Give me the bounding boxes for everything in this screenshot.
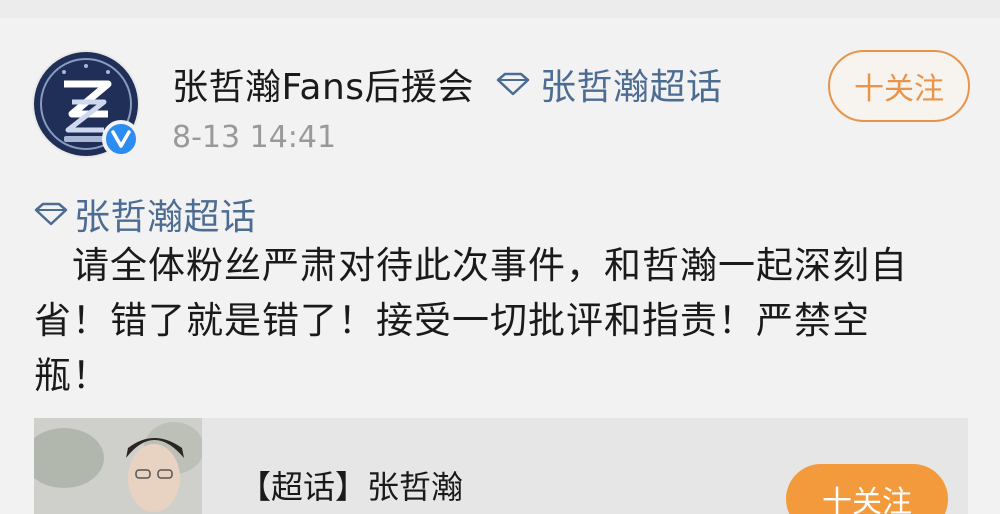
post-timestamp: 8-13 14:41 [172, 120, 337, 155]
post-body-line: 瓶！ [34, 354, 110, 397]
top-strip [0, 0, 1000, 18]
diamond-icon [496, 72, 530, 96]
content-topic-label: 张哲瀚超话 [74, 197, 257, 238]
diamond-icon [34, 202, 68, 226]
post-body-line: 请全体粉丝严肃对待此次事件，和哲瀚一起深刻自 [34, 244, 908, 287]
content-topic-link[interactable]: 张哲瀚超话 [34, 188, 257, 240]
verified-icon [102, 120, 140, 158]
supertopic-thumbnail [34, 418, 202, 514]
supertopic-card[interactable]: 【超话】张哲瀚 十关注 [34, 418, 968, 514]
username[interactable]: 张哲瀚Fans后援会 [172, 58, 474, 110]
follow-button[interactable]: 十关注 [828, 50, 970, 122]
card-follow-button[interactable]: 十关注 [786, 464, 948, 514]
header-topic-label: 张哲瀚超话 [540, 67, 723, 108]
post-body-line: 省！错了就是错了！接受一切批评和指责！严禁空 [34, 299, 870, 342]
supertopic-title[interactable]: 【超话】张哲瀚 [239, 462, 463, 508]
weibo-post-screen: 张哲瀚Fans后援会 张哲瀚超话 8-13 14:41 十关注 张哲瀚超话 请全… [0, 0, 1000, 514]
post-body: 请全体粉丝严肃对待此次事件，和哲瀚一起深刻自 省！错了就是错了！接受一切批评和指… [34, 238, 954, 403]
header-topic-tag[interactable]: 张哲瀚超话 [496, 58, 723, 110]
